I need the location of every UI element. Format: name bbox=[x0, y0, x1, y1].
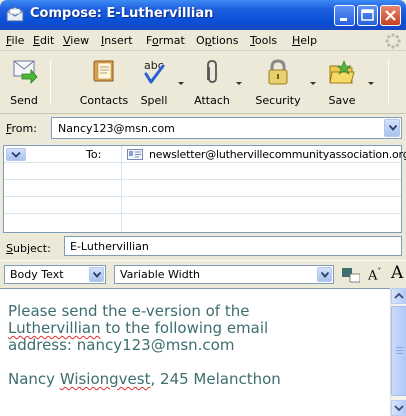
scroll-thumb[interactable] bbox=[391, 306, 406, 396]
spell-dropdown-arrow[interactable] bbox=[178, 82, 184, 85]
compose-mail-icon bbox=[6, 6, 24, 22]
toolbar-separator bbox=[50, 60, 51, 104]
save-dropdown-arrow[interactable] bbox=[368, 82, 374, 85]
menu-options[interactable]: Options bbox=[196, 34, 238, 47]
subject-label: Subject: bbox=[6, 242, 51, 255]
address-card-icon bbox=[127, 149, 143, 160]
save-folder-icon bbox=[329, 60, 355, 84]
recipient-type-dropdown[interactable] bbox=[6, 148, 26, 161]
minimize-icon bbox=[340, 18, 347, 21]
paragraph-style-select[interactable]: Body Text bbox=[4, 265, 106, 284]
paperclip-icon bbox=[207, 60, 217, 83]
close-icon bbox=[385, 10, 396, 21]
minimize-button[interactable] bbox=[334, 5, 355, 26]
menu-bar: File Edit View Insert Format Options Too… bbox=[0, 30, 406, 51]
send-icon bbox=[13, 60, 38, 84]
send-label: Send bbox=[10, 94, 38, 107]
contacts-button[interactable]: Contacts bbox=[78, 56, 130, 110]
body-line-3: address: nancy123@msn.com bbox=[8, 336, 235, 354]
scroll-grip bbox=[396, 353, 403, 354]
toolbar: Send Contacts abc Spell Attach Security … bbox=[0, 52, 406, 114]
menu-file[interactable]: File bbox=[6, 34, 24, 47]
address-book-icon bbox=[93, 60, 114, 82]
spell-label: Spell bbox=[140, 94, 168, 107]
chevron-down-icon bbox=[93, 272, 101, 278]
smaller-font-label: A bbox=[368, 268, 378, 284]
menu-tools[interactable]: Tools bbox=[250, 34, 277, 47]
from-label: From: bbox=[6, 122, 37, 135]
maximize-icon bbox=[361, 9, 374, 21]
body-line-4-rest: , 245 Melancthon bbox=[150, 370, 281, 388]
chevron-down-icon bbox=[321, 272, 329, 278]
body-line-1: Please send the e-version of the bbox=[8, 302, 250, 320]
subject-input[interactable]: E-Luthervillian bbox=[64, 236, 402, 256]
menu-help[interactable]: Help bbox=[292, 34, 317, 47]
recipient-row[interactable]: To: newsletter@luthervillecommunityassoc… bbox=[4, 146, 406, 163]
smaller-font-button[interactable]: A˅ bbox=[368, 267, 381, 283]
throbber-icon bbox=[385, 33, 401, 49]
spell-button[interactable]: abc Spell bbox=[134, 56, 174, 110]
menu-insert[interactable]: Insert bbox=[101, 34, 133, 47]
recipient-row-empty[interactable] bbox=[4, 163, 401, 180]
message-body[interactable]: Please send the e-version of the Lutherv… bbox=[0, 288, 390, 416]
misspelled-word[interactable]: Wisiongvest bbox=[60, 370, 151, 388]
recipient-list[interactable]: To: newsletter@luthervillecommunityassoc… bbox=[3, 145, 406, 233]
scroll-grip bbox=[396, 350, 403, 351]
scroll-grip bbox=[396, 347, 403, 348]
menu-view[interactable]: View bbox=[63, 34, 89, 47]
send-button[interactable]: Send bbox=[6, 56, 42, 110]
attach-label: Attach bbox=[194, 94, 230, 107]
body-line-2-rest: to the following email bbox=[100, 319, 269, 337]
menu-format[interactable]: Format bbox=[146, 34, 185, 47]
security-label: Security bbox=[255, 94, 301, 107]
body-line-4-start: Nancy bbox=[8, 370, 60, 388]
vertical-scrollbar[interactable] bbox=[390, 288, 406, 416]
paragraph-style-value: Body Text bbox=[10, 268, 64, 281]
window-title: Compose: E-Luthervillian bbox=[30, 6, 214, 21]
font-family-dropdown-button[interactable] bbox=[317, 267, 332, 282]
title-bar[interactable]: Compose: E-Luthervillian bbox=[0, 0, 406, 30]
misspelled-word[interactable]: Luthervillian bbox=[8, 319, 101, 337]
subject-value: E-Luthervillian bbox=[70, 240, 149, 253]
chevron-down-icon bbox=[11, 152, 21, 158]
to-label: To: bbox=[86, 148, 102, 161]
spell-check-icon: abc bbox=[144, 59, 165, 84]
font-family-value: Variable Width bbox=[120, 268, 200, 281]
larger-font-button[interactable]: A bbox=[391, 263, 403, 283]
scroll-up-button[interactable] bbox=[391, 288, 406, 304]
to-address[interactable]: newsletter@luthervillecommunityassociati… bbox=[149, 148, 406, 161]
message-text[interactable]: Please send the e-version of the Lutherv… bbox=[8, 303, 388, 405]
maximize-button[interactable] bbox=[357, 5, 378, 26]
lock-icon bbox=[268, 59, 288, 85]
text-color-icon[interactable] bbox=[342, 267, 360, 283]
recipient-row-empty[interactable] bbox=[4, 214, 401, 231]
chevron-up-icon bbox=[394, 292, 404, 299]
contacts-label: Contacts bbox=[79, 94, 129, 107]
toolbar-separator bbox=[388, 60, 389, 104]
recipient-row-empty[interactable] bbox=[4, 180, 401, 197]
attach-button[interactable]: Attach bbox=[190, 56, 234, 110]
menu-edit[interactable]: Edit bbox=[33, 34, 54, 47]
scroll-down-button[interactable] bbox=[391, 400, 406, 416]
from-select[interactable]: Nancy123@msn.com bbox=[51, 117, 402, 139]
security-button[interactable]: Security bbox=[250, 56, 306, 110]
from-dropdown-button[interactable] bbox=[384, 119, 400, 137]
font-family-select[interactable]: Variable Width bbox=[114, 265, 334, 284]
from-value: Nancy123@msn.com bbox=[58, 122, 175, 135]
save-button[interactable]: Save bbox=[322, 56, 362, 110]
security-dropdown-arrow[interactable] bbox=[310, 82, 316, 85]
attach-dropdown-arrow[interactable] bbox=[236, 82, 242, 85]
paragraph-style-dropdown-button[interactable] bbox=[89, 267, 104, 282]
chevron-down-icon bbox=[389, 125, 397, 131]
recipient-row-empty[interactable] bbox=[4, 197, 401, 214]
save-label: Save bbox=[328, 94, 356, 107]
format-toolbar: Body Text Variable Width A˅ A bbox=[0, 260, 406, 286]
close-button[interactable] bbox=[380, 5, 401, 26]
chevron-down-icon bbox=[394, 405, 404, 412]
